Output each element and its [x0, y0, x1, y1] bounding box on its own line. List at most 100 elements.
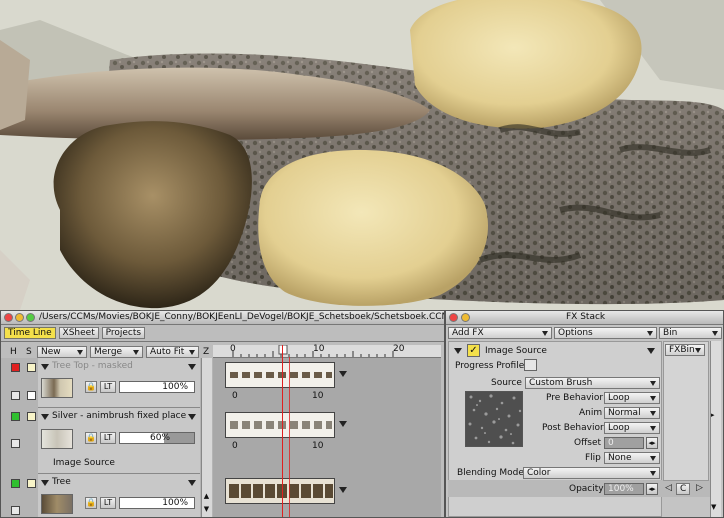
flip-dropdown[interactable]: None — [604, 452, 660, 464]
layer-1-lock-icon[interactable]: 🔒 — [85, 381, 97, 393]
pre-behavior-dropdown[interactable]: Loop — [604, 392, 660, 404]
layer-1-hide-toggle[interactable] — [11, 363, 20, 372]
layer-3-opacity-field[interactable]: 100% — [119, 497, 195, 509]
merge-dropdown[interactable]: Merge — [90, 346, 143, 358]
layer-3-track-menu-icon[interactable] — [339, 486, 347, 496]
layer-3-row[interactable]: Tree 🔒 LT 100% — [38, 474, 200, 517]
brush-preview-swatch[interactable] — [465, 391, 523, 447]
layer-3-lt-button[interactable]: LT — [100, 497, 116, 509]
track-scroll-up-arrow-icon[interactable]: ▲ — [202, 492, 211, 502]
fx-bin-panel — [663, 341, 709, 481]
options-dropdown[interactable]: Options — [554, 327, 657, 339]
auto-fit-dropdown[interactable]: Auto Fit — [146, 346, 199, 358]
layer-3-hide-toggle[interactable] — [11, 479, 20, 488]
layer-2-hide-toggle[interactable] — [11, 412, 20, 421]
ruler-ticks — [232, 344, 394, 357]
layer-2-track-strip[interactable] — [225, 412, 335, 438]
timeline-titlebar[interactable]: /Users/CCMs/Movies/BOKJE_Conny/BOKJEenLI… — [1, 311, 444, 325]
layer-1-expand-icon[interactable] — [41, 363, 49, 373]
zoom-window-icon[interactable] — [26, 313, 35, 322]
layer-2-row[interactable]: Silver - animbrush fixed place 🔒 LT 60% … — [38, 408, 200, 474]
ruler-label-20: 20 — [393, 344, 405, 354]
fx-scroll-right-arrow-icon[interactable]: ▸ — [711, 411, 715, 419]
layer-1-row[interactable]: Tree Top - masked 🔒 LT 100% — [38, 358, 200, 408]
image-source-expand-icon[interactable] — [454, 347, 462, 357]
brush-texture — [466, 392, 522, 446]
layer-3-lock-icon[interactable]: 🔒 — [85, 497, 97, 509]
progress-profile-swatch[interactable] — [524, 359, 537, 371]
layer-1-link-box[interactable] — [27, 391, 36, 400]
tab-time-line[interactable]: Time Line — [4, 327, 56, 339]
fx-scrollbar[interactable] — [710, 341, 721, 517]
minimize-window-icon[interactable] — [15, 313, 24, 322]
bin-dropdown[interactable]: Bin — [659, 327, 722, 339]
pre-behavior-label: Pre Behavior — [546, 393, 604, 403]
layer-2-strip-label-10: 10 — [312, 441, 324, 451]
layer-2-solo-toggle[interactable] — [27, 412, 36, 421]
layer-2-lt-button[interactable]: LT — [100, 432, 116, 444]
opacity-stepper-icon[interactable]: ◂▸ — [646, 483, 658, 495]
layer-3-solo-toggle[interactable] — [27, 479, 36, 488]
anim-dropdown[interactable]: Normal — [604, 407, 660, 419]
source-label: Source — [491, 378, 522, 388]
layer-2-select-box[interactable] — [11, 439, 20, 448]
layer-2-track-menu-icon[interactable] — [339, 420, 347, 430]
fx-stack-window: FX Stack Add FX Options Bin ✓ Image Sour… — [445, 310, 724, 518]
layer-1-menu-icon[interactable] — [188, 363, 196, 373]
layer-3-track-strip[interactable] — [225, 478, 335, 504]
post-behavior-dropdown[interactable]: Loop — [604, 422, 660, 434]
source-dropdown[interactable]: Custom Brush — [525, 377, 660, 389]
layer-3-select-box[interactable] — [11, 506, 20, 515]
fxbin-dropdown[interactable]: FXBin — [665, 344, 705, 356]
layer-2-opacity-value: 60% — [150, 433, 171, 443]
image-source-label: Image Source — [485, 346, 547, 356]
offset-field[interactable]: 0 — [604, 437, 644, 449]
layer-1-track-menu-icon[interactable] — [339, 370, 347, 380]
timeline-window: /Users/CCMs/Movies/BOKJE_Conny/BOKJEenLI… — [0, 310, 445, 518]
tab-projects[interactable]: Projects — [101, 327, 146, 339]
flip-label: Flip — [585, 453, 601, 463]
blending-mode-dropdown[interactable]: Color — [523, 467, 660, 479]
c-button[interactable]: C — [676, 483, 691, 495]
layer-3-menu-icon[interactable] — [188, 479, 196, 489]
fx-scroll-down-arrow-icon[interactable]: ▼ — [711, 503, 716, 511]
offset-label: Offset — [574, 438, 602, 448]
layer-2-expand-icon[interactable] — [41, 413, 49, 423]
layer-2-thumbnail — [41, 429, 73, 449]
tab-divider — [1, 341, 444, 342]
offset-stepper-icon[interactable]: ◂▸ — [646, 437, 658, 449]
layer-1-solo-toggle[interactable] — [27, 363, 36, 372]
header-h[interactable]: H — [10, 347, 17, 357]
timeline-tabs: Time Line XSheet Projects — [4, 327, 146, 340]
playhead-line[interactable] — [282, 345, 283, 517]
layer-1-select-box[interactable] — [11, 391, 20, 400]
image-source-enable-checkbox[interactable]: ✓ — [467, 344, 480, 357]
image-source-menu-icon[interactable] — [647, 347, 655, 357]
close-window-icon[interactable] — [4, 313, 13, 322]
layer-1-frames — [226, 363, 334, 387]
header-z[interactable]: Z — [203, 347, 209, 357]
opacity-field[interactable]: 100% — [604, 483, 644, 495]
layer-2-menu-icon[interactable] — [188, 413, 196, 423]
fx-minimize-icon[interactable] — [461, 313, 470, 322]
canvas-preview[interactable] — [0, 0, 724, 310]
header-s[interactable]: S — [26, 347, 32, 357]
layer-1-opacity-field[interactable]: 100% — [119, 381, 195, 393]
new-layer-dropdown[interactable]: New — [37, 346, 87, 358]
keyframe-next-icon[interactable]: ▷ — [696, 483, 703, 493]
fx-close-icon[interactable] — [449, 313, 458, 322]
add-fx-dropdown[interactable]: Add FX — [448, 327, 552, 339]
layer-2-name: Silver - animbrush fixed place — [52, 411, 187, 421]
fx-titlebar[interactable]: FX Stack — [446, 311, 723, 325]
fx-title: FX Stack — [566, 312, 606, 322]
layer-1-lt-button[interactable]: LT — [100, 381, 116, 393]
layer-2-lock-icon[interactable]: 🔒 — [85, 432, 97, 444]
tab-xsheet[interactable]: XSheet — [58, 327, 99, 339]
keyframe-prev-icon[interactable]: ◁ — [665, 483, 672, 493]
layer-1-strip-label-0: 0 — [232, 391, 238, 401]
track-scroll-down-arrow-icon[interactable]: ▼ — [202, 505, 211, 515]
layer-1-track-strip[interactable] — [225, 362, 335, 388]
layer-3-expand-icon[interactable] — [41, 479, 49, 489]
time-ruler[interactable]: 0 10 20 — [213, 344, 441, 358]
layer-2-opacity-slider[interactable]: 60% — [119, 432, 195, 444]
